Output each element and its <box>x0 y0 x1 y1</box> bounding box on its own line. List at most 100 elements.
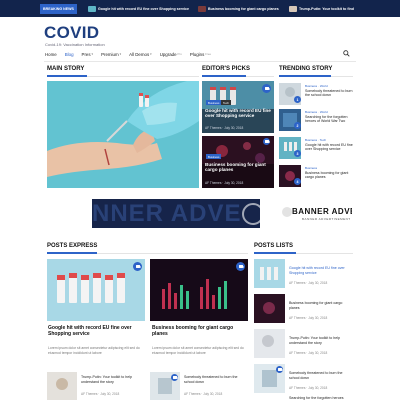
nav-item-premium[interactable]: Premium ▾ <box>101 52 121 57</box>
breaking-news-label: BREAKING NEWS <box>40 4 77 14</box>
trending-category[interactable]: Business · Tech <box>305 138 326 142</box>
trending-title[interactable]: Google hit with record EU fine over Shop… <box>305 143 353 152</box>
ticker-item[interactable]: Trump-Putin: Your toolkit to find <box>289 6 354 12</box>
list-title[interactable]: Google hit with record EU fine over Shop… <box>289 266 353 275</box>
post-meta: AF Themes · July 30, 2018 <box>184 392 223 396</box>
video-camera-icon <box>263 138 271 145</box>
trending-title[interactable]: Business booming for giant cargo planes <box>305 171 353 180</box>
author: AF Themes <box>289 351 306 355</box>
trending-category[interactable]: Business <box>305 166 317 170</box>
express-card-image[interactable] <box>150 259 248 321</box>
nav-label: Premium <box>101 51 119 57</box>
section-accent <box>254 252 296 254</box>
section-title-posts-lists: POSTS LISTS <box>254 243 294 249</box>
author: AF Themes <box>289 386 306 390</box>
list-thumbnail[interactable] <box>254 259 285 288</box>
date: July 30, 2018 <box>308 316 328 320</box>
ticker-thumbnail <box>198 6 206 12</box>
trending-rank: 4 <box>294 178 301 185</box>
trending-rank: 2 <box>294 122 301 129</box>
section-accent <box>279 75 331 77</box>
trending-rank: 3 <box>294 150 301 157</box>
site-tagline: Covid-19: Vaccination Information <box>45 42 105 47</box>
ticker-item[interactable]: Business booming for giant cargo planes <box>198 6 279 12</box>
list-thumbnail[interactable] <box>254 329 285 358</box>
express-small-thumbnail[interactable] <box>47 372 77 400</box>
editors-pick-title[interactable]: Business booming for giant cargo planes <box>205 162 271 173</box>
post-meta: AF Themes · July 30, 2018 <box>289 386 328 390</box>
date: July 30, 2018 <box>224 126 244 130</box>
nav-item-pres[interactable]: Pres ▾ <box>82 52 94 57</box>
author: AF Themes <box>289 281 306 285</box>
editors-pick-title[interactable]: Google hit with record EU fine over Shop… <box>205 108 271 119</box>
chevron-down-icon: ▾ <box>119 52 122 56</box>
trending-rank: 1 <box>294 96 301 103</box>
author: AF Themes <box>289 316 306 320</box>
nav-item-plugins[interactable]: Plugins Free <box>190 52 211 57</box>
express-small-title[interactable]: Somebody threatened to burn the school d… <box>184 375 248 384</box>
banner-background-text: NNER ADVE <box>92 200 242 227</box>
author: AF Themes <box>205 126 222 130</box>
category-tag[interactable]: Tech <box>221 100 231 105</box>
trending-category[interactable]: Business · World <box>305 110 328 114</box>
express-title[interactable]: Google hit with record EU fine over Shop… <box>48 325 144 337</box>
trending-category[interactable]: Business · World <box>305 84 328 88</box>
express-card-image[interactable] <box>47 259 145 321</box>
vaccination-illustration <box>47 81 199 188</box>
list-title[interactable]: Business booming for giant cargo planes <box>289 301 353 310</box>
section-accent <box>47 75 87 77</box>
section-title-editors-picks: EDITOR'S PICKS <box>202 66 250 72</box>
nav-label: Home <box>45 51 57 57</box>
trending-title[interactable]: Somebody threatened to burn the school d… <box>305 89 353 98</box>
video-camera-icon <box>262 84 271 93</box>
thumbnail-image <box>254 294 285 323</box>
author: AF Themes <box>81 392 98 396</box>
top-bar: BREAKING NEWS Google hit with record EU … <box>0 0 400 17</box>
express-excerpt: Lorem ipsum dolor sit amet consectetur a… <box>152 346 244 355</box>
main-navigation: Home Blog Pres ▾ Premium ▾ All Demos ▾ Upgr… <box>45 50 211 58</box>
nav-label: All Demos <box>129 51 150 57</box>
list-thumbnail[interactable] <box>254 396 285 400</box>
ticker-text: Trump-Putin: Your toolkit to find <box>299 7 354 11</box>
nav-label: Pres <box>81 51 91 57</box>
author: AF Themes <box>205 181 222 185</box>
section-title-trending: TRENDING STORY <box>279 66 333 72</box>
banner-subtitle: BANNER ADVERTISEMENT <box>302 217 351 221</box>
chevron-down-icon: ▾ <box>150 52 152 56</box>
banner-advertisement[interactable]: NNER ADVE BANNER ADVERTISEMENT BANNER AD… <box>92 199 352 228</box>
trending-title[interactable]: Searching for the forgotten heroes of Wo… <box>305 115 353 124</box>
section-title-main-story: MAIN STORY <box>47 66 85 72</box>
site-logo[interactable]: COVID <box>44 23 99 43</box>
video-camera-icon <box>133 262 142 271</box>
video-camera-icon <box>236 262 245 271</box>
category-tag[interactable]: Business <box>206 154 222 159</box>
list-title[interactable]: Somebody threatened to burn the school d… <box>289 371 353 380</box>
author: AF Themes <box>184 392 201 396</box>
express-excerpt: Lorem ipsum dolor sit amet consectetur a… <box>48 346 140 355</box>
nav-item-all-demos[interactable]: All Demos ▾ <box>129 52 152 57</box>
main-story-image[interactable] <box>47 81 199 188</box>
post-meta: AF Themes · July 30, 2018 <box>205 126 244 130</box>
search-icon[interactable] <box>343 50 350 57</box>
thumbnail-image <box>254 329 285 358</box>
nav-label: Plugins <box>189 51 205 57</box>
nav-item-blog[interactable]: Blog <box>65 52 74 57</box>
vaccine-vials-image <box>47 259 145 321</box>
list-title[interactable]: Trump-Putin: Your toolkit to help unders… <box>289 336 353 345</box>
express-title[interactable]: Business booming for giant cargo planes <box>152 325 246 337</box>
section-accent <box>47 252 97 254</box>
nav-item-upgrade[interactable]: Upgrade Pro <box>160 52 182 57</box>
nav-item-home[interactable]: Home <box>45 52 57 57</box>
list-title[interactable]: Searching for the forgotten heroes <box>289 396 353 400</box>
express-small-title[interactable]: Trump-Putin: Your toolkit to help unders… <box>81 375 145 384</box>
post-meta: AF Themes · July 30, 2018 <box>81 392 120 396</box>
data-screen-image <box>150 259 248 321</box>
category-tag[interactable]: Business <box>206 100 222 105</box>
ticker-item[interactable]: Google hit with record EU fine over Shop… <box>88 6 189 12</box>
ticker-text: Business booming for giant cargo planes <box>208 7 279 11</box>
list-thumbnail[interactable] <box>254 294 285 323</box>
thumbnail-image <box>47 372 77 400</box>
ticker-thumbnail <box>289 6 297 12</box>
date: July 30, 2018 <box>100 392 120 396</box>
nav-label: Blog <box>64 51 74 57</box>
